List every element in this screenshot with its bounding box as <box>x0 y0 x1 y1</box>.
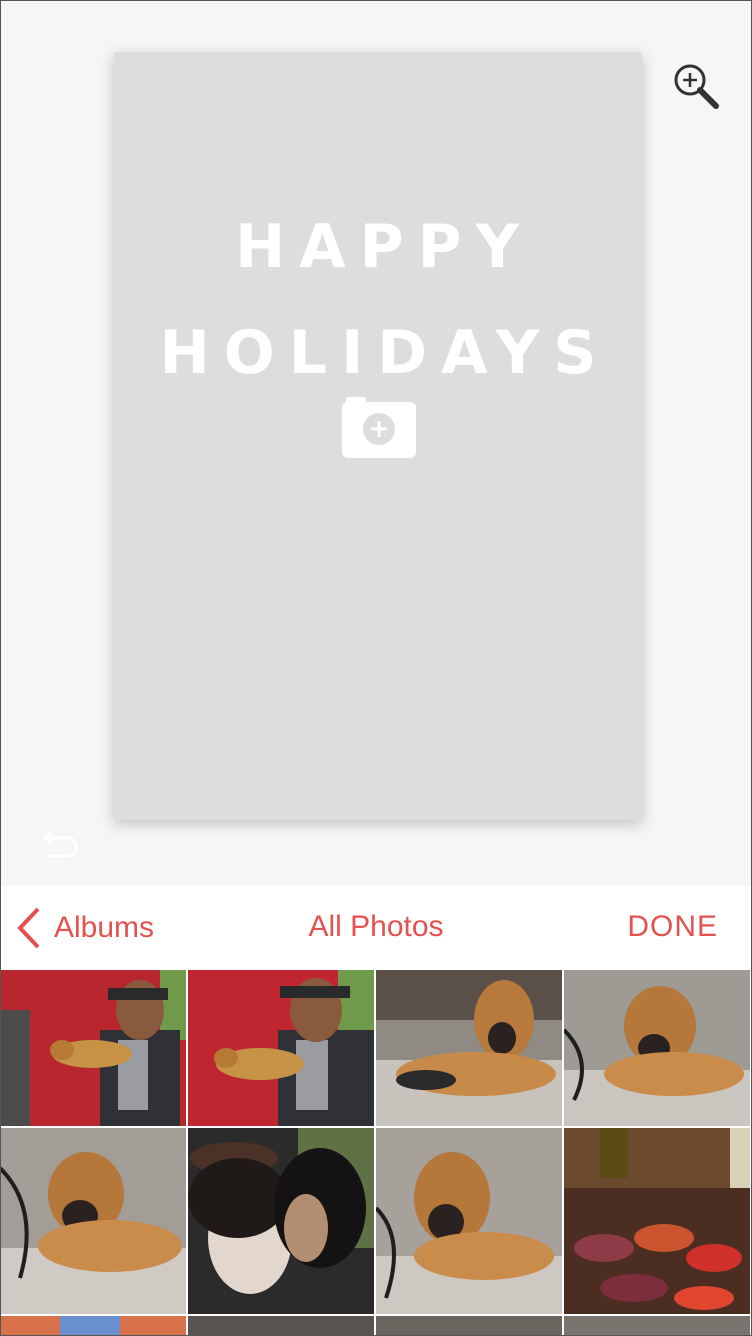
photo-thumbnail[interactable] <box>564 1128 750 1314</box>
photo-thumbnail[interactable] <box>564 1316 750 1336</box>
photo-thumbnail[interactable] <box>376 970 562 1126</box>
card-text-line-1: HAPPY <box>234 212 534 282</box>
photo-thumbnail[interactable] <box>0 1316 186 1336</box>
done-button[interactable]: DONE <box>627 910 718 944</box>
undo-icon[interactable] <box>40 828 82 864</box>
card-editor-area: HAPPY HOLIDAYS <box>0 0 752 886</box>
photo-thumbnail[interactable] <box>564 970 750 1126</box>
photo-thumbnail[interactable] <box>376 1128 562 1314</box>
photo-thumbnail[interactable] <box>188 1128 374 1314</box>
photo-thumbnail[interactable] <box>188 1316 374 1336</box>
card-text-line-2: HOLIDAYS <box>159 318 611 388</box>
photo-grid <box>0 970 752 1336</box>
zoom-in-icon[interactable] <box>672 62 720 110</box>
photo-thumbnail[interactable] <box>0 1128 186 1314</box>
holiday-card-preview[interactable]: HAPPY HOLIDAYS <box>114 52 642 820</box>
photo-thumbnail[interactable] <box>0 970 186 1126</box>
camera-plus-icon[interactable] <box>340 394 418 460</box>
photo-thumbnail[interactable] <box>376 1316 562 1336</box>
photo-thumbnail[interactable] <box>188 970 374 1126</box>
photo-picker-header: Albums All Photos DONE <box>0 886 752 970</box>
